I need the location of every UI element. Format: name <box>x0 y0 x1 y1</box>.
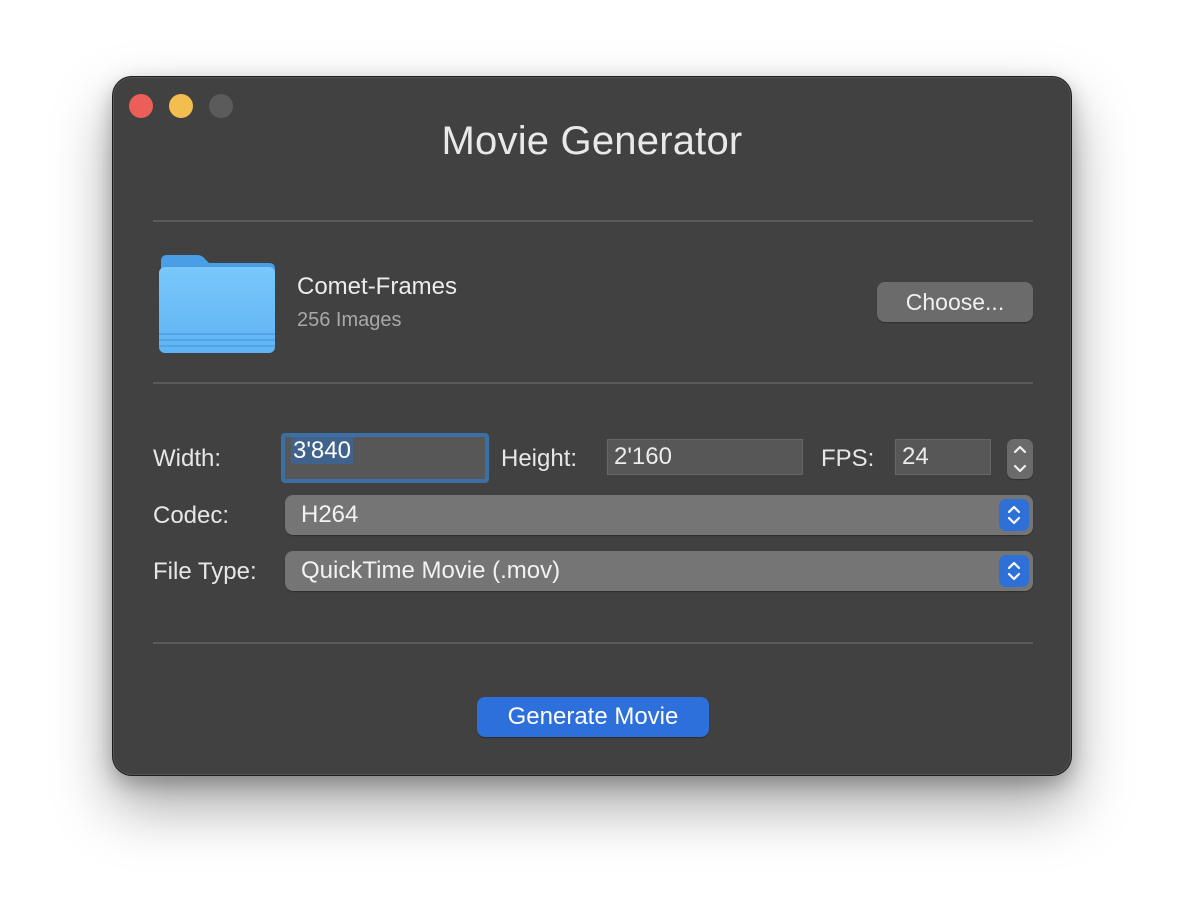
close-window-button[interactable] <box>129 94 153 118</box>
up-down-chevron-icon <box>999 555 1029 587</box>
fps-field[interactable]: 24 <box>895 439 991 475</box>
choose-button[interactable]: Choose... <box>877 282 1033 322</box>
divider-bottom <box>153 642 1033 644</box>
height-field[interactable]: 2'160 <box>607 439 803 475</box>
minimize-window-button[interactable] <box>169 94 193 118</box>
codec-label: Codec: <box>153 502 230 529</box>
divider-top <box>153 220 1033 222</box>
up-down-chevron-icon <box>999 499 1029 531</box>
window-title: Movie Generator <box>441 119 743 163</box>
chevron-up-icon[interactable] <box>1007 439 1033 459</box>
width-value: 3'840 <box>291 437 353 464</box>
divider-middle <box>153 382 1033 384</box>
width-label: Width: <box>153 445 222 472</box>
image-count: 256 Images <box>297 309 402 331</box>
movie-generator-window: Movie Generator Comet-Frames 256 Images … <box>112 76 1072 776</box>
fps-label: FPS: <box>821 445 875 472</box>
file-type-value: QuickTime Movie (.mov) <box>301 557 561 584</box>
codec-value: H264 <box>301 501 359 528</box>
height-label: Height: <box>501 445 578 472</box>
fps-stepper[interactable] <box>1007 439 1033 479</box>
chevron-down-icon[interactable] <box>1007 459 1033 479</box>
zoom-window-button[interactable] <box>209 94 233 118</box>
file-type-label: File Type: <box>153 558 257 585</box>
codec-popup[interactable]: H264 <box>285 495 1033 535</box>
file-type-popup[interactable]: QuickTime Movie (.mov) <box>285 551 1033 591</box>
width-field[interactable]: 3'840 <box>281 433 489 483</box>
folder-name: Comet-Frames <box>297 273 458 300</box>
folder-icon <box>159 255 275 353</box>
generate-movie-button[interactable]: Generate Movie <box>477 697 709 737</box>
